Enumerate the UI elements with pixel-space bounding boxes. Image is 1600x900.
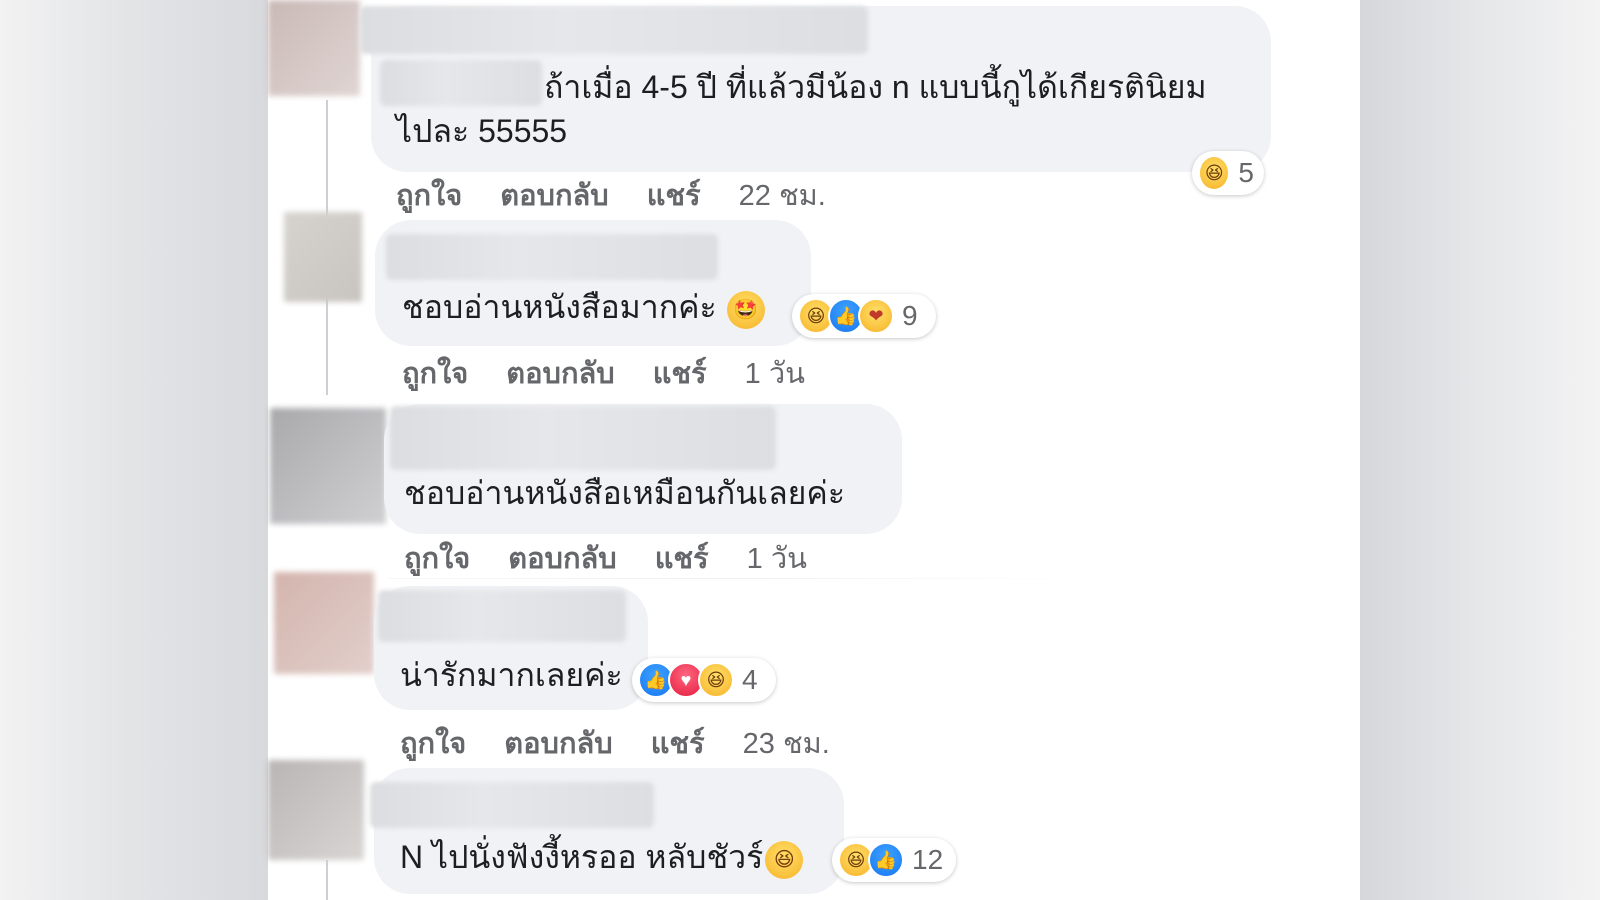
comment-actions: ถูกใจ ตอบกลับ แชร์ 1 วัน — [404, 535, 845, 581]
haha-icon: 😆 — [838, 842, 874, 878]
comment-actions: ถูกใจ ตอบกลับ แชร์ 23 ชม. — [400, 720, 868, 766]
comment-bubble — [375, 220, 811, 346]
like-icon: 👍 — [868, 842, 904, 878]
reaction-count: 12 — [912, 844, 944, 875]
comment-text: N ไปนั่งฟังงี้หรออ หลับชัวร์ — [400, 839, 764, 875]
comment-text: ชอบอ่านหนังสือมากค่ะ — [402, 289, 717, 325]
commenter-name-blurred[interactable] — [370, 782, 654, 828]
reaction-summary[interactable]: 😆 👍 12 — [832, 838, 956, 882]
reaction-count: 4 — [742, 664, 758, 695]
comment-item: ถ้าเมื่อ 4-5 ปี ที่แล้วมีน้อง n แบบนี้กู… — [268, 0, 1360, 212]
reply-button[interactable]: ตอบกลับ — [506, 350, 614, 396]
reaction-summary[interactable]: 😆 👍 ❤ 9 — [792, 294, 936, 338]
share-button[interactable]: แชร์ — [653, 350, 707, 396]
reply-button[interactable]: ตอบกลับ — [500, 172, 608, 218]
commenter-name-blurred[interactable] — [360, 6, 868, 54]
timestamp[interactable]: 1 วัน — [745, 350, 805, 396]
like-button[interactable]: ถูกใจ — [404, 535, 470, 581]
haha-icon: 😆 — [698, 662, 734, 698]
comment-text: N ไปนั่งฟังงี้หรออ หลับชัวร์ 😆 — [400, 834, 804, 880]
avatar-blurred[interactable] — [268, 0, 360, 96]
comment-text: ไปละ 55555 — [396, 113, 568, 149]
like-icon: 👍 — [638, 662, 674, 698]
timestamp[interactable]: 1 วัน — [747, 535, 807, 581]
reply-button[interactable]: ตอบกลับ — [508, 535, 616, 581]
like-button[interactable]: ถูกใจ — [402, 350, 468, 396]
commenter-name-blurred[interactable] — [390, 406, 776, 470]
comment-thread-panel: ถ้าเมื่อ 4-5 ปี ที่แล้วมีน้อง n แบบนี้กู… — [268, 0, 1360, 900]
reaction-summary[interactable]: 👍 ♥ 😆 4 — [632, 658, 776, 702]
timestamp[interactable]: 23 ชม. — [743, 720, 830, 766]
comment-text: น่ารักมากเลยค่ะ — [400, 657, 623, 693]
like-button[interactable]: ถูกใจ — [400, 720, 466, 766]
share-button[interactable]: แชร์ — [651, 720, 705, 766]
comment-actions: ถูกใจ ตอบกลับ แชร์ 1 วัน — [402, 350, 843, 396]
share-button[interactable]: แชร์ — [647, 172, 701, 218]
reaction-summary[interactable]: 😆 5 — [1192, 151, 1264, 195]
haha-icon: 😆 — [798, 298, 834, 334]
comment-bubble — [374, 768, 844, 894]
blurred-background-left — [0, 0, 270, 900]
care-icon: ❤ — [858, 298, 894, 334]
avatar-blurred[interactable] — [268, 760, 364, 860]
commenter-name-blurred[interactable] — [380, 60, 542, 106]
reply-thread-line — [326, 860, 328, 900]
star-struck-emoji: 🤩 — [726, 290, 765, 329]
timestamp[interactable]: 22 ชม. — [739, 172, 826, 218]
commenter-name-blurred[interactable] — [386, 234, 718, 280]
avatar-blurred[interactable] — [274, 572, 374, 674]
avatar-blurred[interactable] — [270, 408, 386, 524]
love-icon: ♥ — [668, 662, 704, 698]
grinning-squinting-emoji: 😆 — [765, 840, 804, 879]
haha-icon: 😆 — [1198, 155, 1231, 191]
share-button[interactable]: แชร์ — [655, 535, 709, 581]
like-icon: 👍 — [828, 298, 864, 334]
comment-bubble — [374, 586, 648, 710]
like-button[interactable]: ถูกใจ — [396, 172, 462, 218]
reply-button[interactable]: ตอบกลับ — [504, 720, 612, 766]
comment-text: ถ้าเมื่อ 4-5 ปี ที่แล้วมีน้อง n แบบนี้กู… — [544, 69, 1207, 105]
comment-text: ชอบอ่านหนังสือมากค่ะ 🤩 — [402, 284, 765, 330]
avatar-blurred[interactable] — [284, 212, 362, 302]
reaction-count: 5 — [1238, 157, 1254, 188]
comment-actions: ถูกใจ ตอบกลับ แชร์ 22 ชม. — [396, 172, 864, 218]
divider — [388, 578, 1088, 579]
reaction-count: 9 — [902, 300, 918, 331]
comment-text: ชอบอ่านหนังสือเหมือนกันเลยค่ะ — [404, 475, 846, 511]
comment-bubble — [384, 404, 902, 534]
commenter-name-blurred[interactable] — [378, 590, 626, 642]
blurred-background-right — [1360, 0, 1600, 900]
